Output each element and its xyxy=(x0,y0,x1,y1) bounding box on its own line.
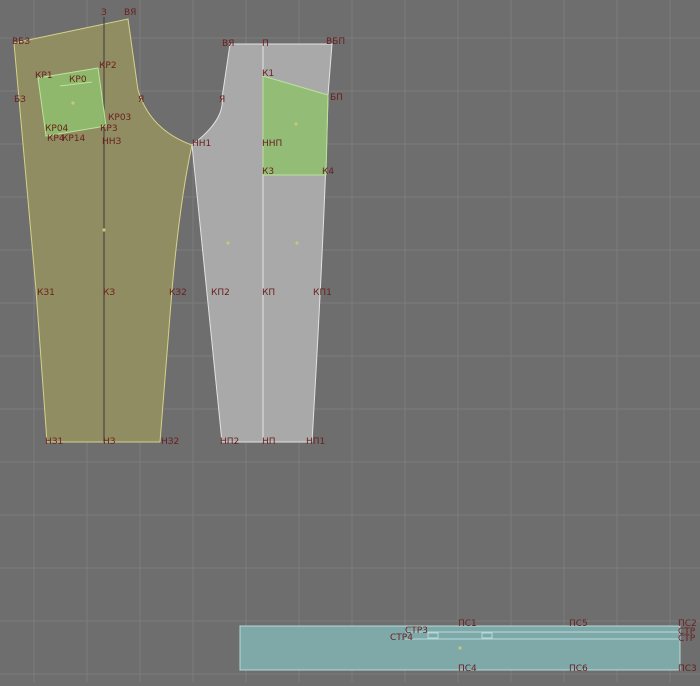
label-back-nz1: НЗ1 xyxy=(45,437,63,447)
label-band-ps6: ПС6 xyxy=(569,664,588,674)
label-front-np2: НП2 xyxy=(220,437,239,447)
point-kp-left[interactable] xyxy=(226,241,230,245)
label-back-kr04: КР04 xyxy=(45,124,69,134)
label-back-z: З xyxy=(101,8,107,18)
label-front-np: НП xyxy=(262,437,276,447)
label-band-ps5: ПС5 xyxy=(569,619,588,629)
label-back-kr0: КР0 xyxy=(69,75,87,85)
label-back-kr03: КР03 xyxy=(108,113,131,123)
label-back-kz2: КЗ2 xyxy=(169,288,187,298)
label-front-k1: К1 xyxy=(262,69,274,79)
label-back-nz: НЗ xyxy=(103,437,116,447)
label-back-vbz: ВБЗ xyxy=(12,37,30,47)
label-back-bz: БЗ xyxy=(14,95,26,105)
label-back-kr2: КР2 xyxy=(99,61,117,71)
point-nnp[interactable] xyxy=(294,122,298,126)
pattern-viewport[interactable]: З ВЯ ВБЗ БЗ Я КР1 КР0 КР2 КР03 КР04 КР3 … xyxy=(0,0,700,682)
point-kz[interactable] xyxy=(102,228,106,232)
point-kp-right[interactable] xyxy=(295,241,299,245)
label-front-bp: БП xyxy=(330,93,343,103)
label-back-kr1: КР1 xyxy=(35,71,53,81)
label-front-ya: Я xyxy=(219,95,225,105)
label-back-kz: КЗ xyxy=(103,288,115,298)
label-front-kp2: КП2 xyxy=(211,288,230,298)
label-band-ps3: ПС3 xyxy=(678,664,697,674)
label-band-ps4: ПС4 xyxy=(458,664,477,674)
label-back-ya: Я xyxy=(138,95,144,105)
front-piece[interactable] xyxy=(191,43,333,443)
label-back-nz2: НЗ2 xyxy=(161,437,179,447)
label-front-kp: КП xyxy=(262,288,275,298)
label-front-np1: НП1 xyxy=(306,437,325,447)
label-front-nn1: НН1 xyxy=(192,139,211,149)
label-front-vbp: ВБП xyxy=(326,37,345,47)
point-ps[interactable] xyxy=(458,646,462,650)
label-front-kp1: КП1 xyxy=(313,288,332,298)
label-back-nnz: ННЗ xyxy=(102,137,122,147)
label-band-str4: СТР4 xyxy=(390,633,413,643)
label-front-k4: К4 xyxy=(322,167,334,177)
label-front-nnp: ННП xyxy=(262,139,282,149)
label-front-vya: ВЯ xyxy=(222,39,234,49)
label-back-kr3: КР3 xyxy=(100,124,118,134)
label-band-str2: СТР xyxy=(678,634,696,644)
label-back-vya: ВЯ xyxy=(124,8,136,18)
label-back-kr14: КР14 xyxy=(62,134,86,144)
label-front-k3: К3 xyxy=(262,167,274,177)
point-kr0[interactable] xyxy=(71,101,75,105)
label-back-kz1: КЗ1 xyxy=(37,288,55,298)
label-band-ps1: ПС1 xyxy=(458,619,477,629)
label-front-p: П xyxy=(262,39,269,49)
pattern-canvas[interactable]: З ВЯ ВБЗ БЗ Я КР1 КР0 КР2 КР03 КР04 КР3 … xyxy=(0,0,700,682)
